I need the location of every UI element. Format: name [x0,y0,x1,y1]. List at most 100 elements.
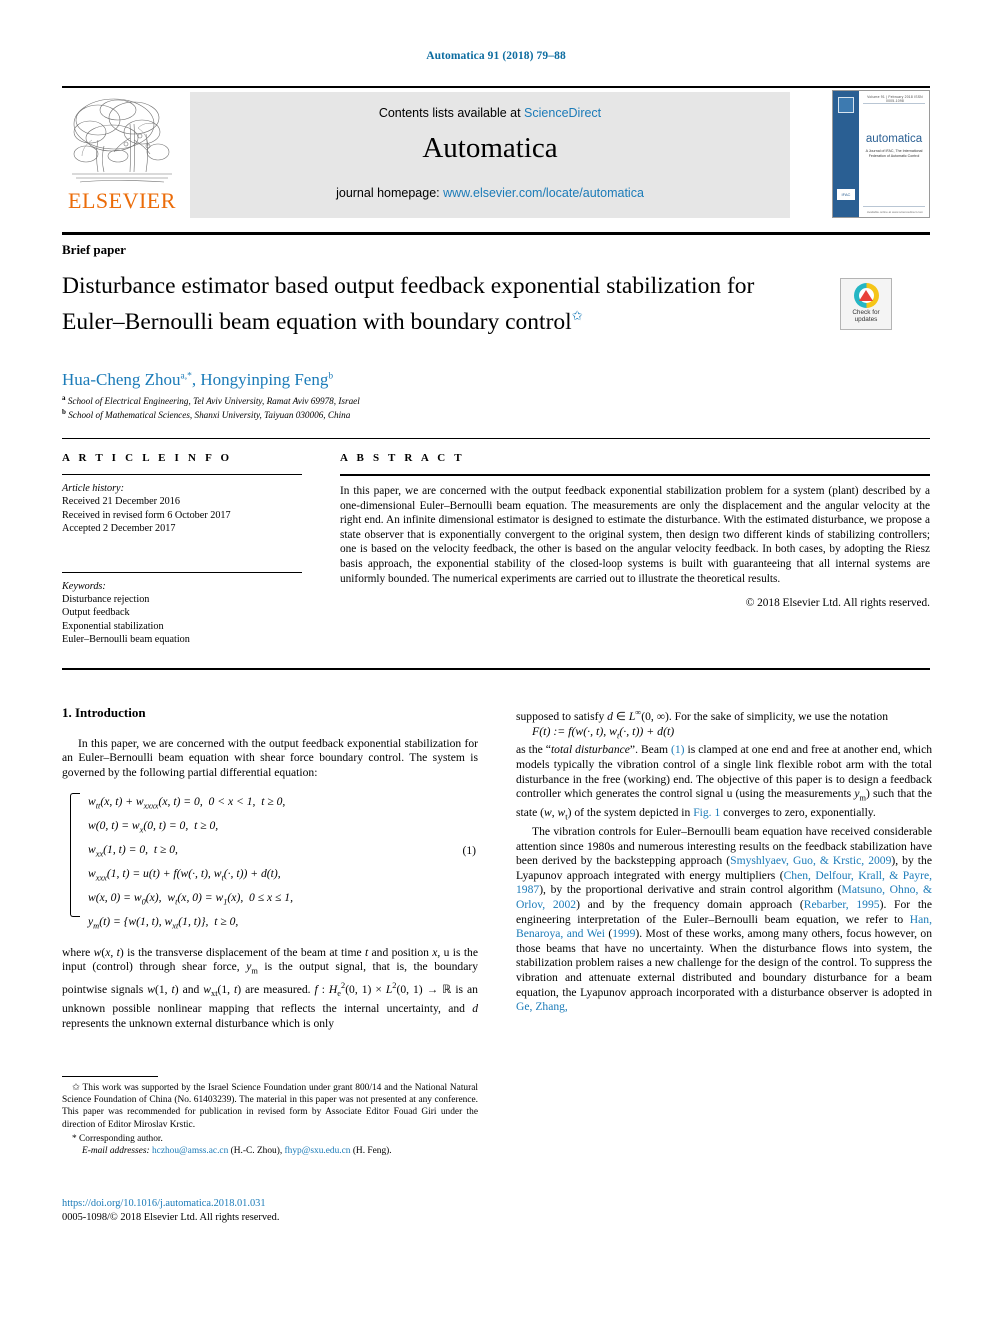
equation-line: wxxx(1, t) = u(t) + f(w(·, t), wt(·, t))… [88,867,281,883]
section-heading-introduction: 1. Introduction [62,705,146,720]
corresponding-text: Corresponding author. [79,1133,163,1144]
intro-paragraph-2: where w(x, t) is the transverse displace… [62,945,479,1030]
info-block-bottom-rule [62,668,930,670]
affiliation-b-marker: b [62,408,66,416]
equation-line: w(0, t) = wx(0, t) = 0, t ≥ 0, [88,819,219,835]
paper-page: Automatica 91 (2018) 79–88 ELSEVIER Cont… [0,0,992,1323]
cover-left-panel: IFAC [833,91,859,217]
cover-top-rule [863,103,925,104]
crossmark-ring-icon [853,283,879,308]
journal-masthead: ELSEVIER Contents lists available at Sci… [62,86,930,222]
author-2[interactable]: Hongyinping Feng [200,370,328,389]
intro-paragraph-1: In this paper, we are concerned with the… [62,736,478,779]
citation-rebarber[interactable]: Rebarber, 1995 [804,898,880,911]
running-head: Automatica 91 (2018) 79–88 [426,50,566,62]
body-column-left: 1. Introduction In this paper, we are co… [62,705,479,1031]
page-title: Disturbance estimator based output feedb… [62,272,762,337]
right-paragraph-1: supposed to satisfy d ∈ L∞(0, ∞). For th… [516,708,888,723]
affiliation-b-text: School of Mathematical Sciences, Shanxi … [68,410,351,421]
figure-ref-1[interactable]: Fig. 1 [693,806,720,819]
doi-link[interactable]: https://doi.org/10.1016/j.automatica.201… [62,1198,266,1209]
email-label: E-mail addresses: [82,1146,150,1157]
abstract-copyright: © 2018 Elsevier Ltd. All rights reserved… [745,597,930,610]
abstract-rule [340,474,930,476]
keyword-item: Output feedback [62,607,130,619]
cover-elsevier-icon [838,97,854,113]
equation-line: w(x, 0) = w0(x), wt(x, 0) = w1(x), 0 ≤ x… [88,891,293,907]
abstract-block: A B S T R A C T In this paper, we are co… [340,452,930,609]
keyword-item: Euler–Bernoulli beam equation [62,634,190,646]
homepage-link[interactable]: www.elsevier.com/locate/automatica [443,186,644,200]
equation-1: wtt(x, t) + wxxxx(x, t) = 0, 0 < x < 1, … [62,792,478,935]
footnote-corresponding: * Corresponding author. [62,1133,478,1145]
crossmark-line1: Check for [852,309,880,316]
history-item: Received 21 December 2016 [62,496,180,508]
elsevier-wordmark: ELSEVIER [68,188,176,213]
footnote-emails: E-mail addresses: hczhou@amss.ac.cn (H.-… [82,1146,392,1157]
author-list: Hua-Cheng Zhoua,*, Hongyinping Fengb [62,370,334,389]
author-1-sup: a,* [180,371,192,382]
article-history-label: Article history: [62,483,124,494]
sciencedirect-link[interactable]: ScienceDirect [524,106,601,120]
citation-han-year[interactable]: 1999 [612,927,635,940]
keywords-label: Keywords: [62,580,106,592]
equation-line: ym(t) = {w(1, t), wxt(1, t)}, t ≥ 0, [88,914,239,931]
contents-prefix: Contents lists available at [378,106,525,120]
article-info-block: A R T I C L E I N F O Article history: R… [62,452,302,647]
affiliation-b: b School of Mathematical Sciences, Shanx… [62,408,762,420]
equation-lines: wtt(x, t) + wxxxx(x, t) = 0, 0 < x < 1, … [88,792,478,935]
email-link-2[interactable]: fhyp@sxu.edu.cn [285,1146,351,1156]
email-link-1[interactable]: hczhou@amss.ac.cn [152,1146,228,1156]
footnote-funding-text: This work was supported by the Israel Sc… [62,1083,478,1130]
issn-copyright-line: 0005-1098/© 2018 Elsevier Ltd. All right… [62,1212,279,1223]
article-type-label: Brief paper [62,242,126,257]
cover-bottom-line: Available online at www.sciencedirect.co… [866,210,924,214]
equation-number: (1) [462,844,476,858]
elsevier-logo: ELSEVIER [62,92,182,218]
sciencedirect-banner: Contents lists available at ScienceDirec… [190,92,790,218]
cover-bottom-rule [863,206,925,207]
title-footnote-marker[interactable]: ✩ [572,308,583,323]
history-item: Accepted 2 December 2017 [62,523,176,535]
affiliation-a: a School of Electrical Engineering, Tel … [62,394,762,406]
eq-ref-1[interactable]: (1) [671,743,685,756]
affiliation-a-marker: a [62,394,66,402]
citation-han[interactable]: Han, Benaroya, and Wei [516,913,932,941]
email-2-owner: (H. Feng). [352,1146,392,1157]
article-info-heading: A R T I C L E I N F O [62,452,233,464]
affiliation-a-text: School of Electrical Engineering, Tel Av… [67,396,360,407]
journal-title: Automatica [422,132,558,164]
info-block-top-rule [62,438,930,439]
cover-title: automatica [865,133,923,145]
citation-smyshlyaev[interactable]: Smyshlyaev, Guo, & Krstic, 2009 [730,854,891,867]
masthead-bottom-rule [62,232,930,235]
crossmark-line2: updates [854,316,878,324]
right-paragraph-2: as the “total disturbance”. Beam (1) is … [516,743,933,822]
footnote-separator-rule [62,1076,158,1077]
issn-number: 0005-1098/ [62,1212,110,1223]
citation-ge[interactable]: Ge, Zhang, [516,1000,568,1013]
homepage-line: journal homepage: www.elsevier.com/locat… [190,186,790,200]
contents-line: Contents lists available at ScienceDirec… [190,106,790,120]
cover-volume-line: Volume 91 | February 2018 ISSN 0005-1098 [867,95,923,103]
article-history: Article history: Received 21 December 20… [62,482,302,536]
ifac-badge-icon: IFAC [836,188,856,201]
keyword-item: Exponential stabilization [62,620,164,632]
footnote-funding: ✩ This work was supported by the Israel … [62,1082,478,1131]
email-1-owner: (H.-C. Zhou) [230,1146,280,1157]
corresponding-marker: * [72,1133,77,1144]
article-info-rule [62,474,302,475]
page-title-text: Disturbance estimator based output feedb… [62,273,755,335]
keywords-rule [62,571,302,573]
crossmark-badge[interactable]: Check for updates [840,278,892,330]
display-equation-F: F(t) := f(w(·, t), wt(·, t)) + d(t) [532,724,675,741]
equation-line: wtt(x, t) + wxxxx(x, t) = 0, 0 < x < 1, … [88,795,286,811]
journal-cover-thumbnail[interactable]: IFAC Volume 91 | February 2018 ISSN 0005… [832,90,930,218]
footnote-block: ✩ This work was supported by the Israel … [62,1082,478,1157]
right-paragraph-3: The vibration controls for Euler–Bernoul… [516,825,933,1014]
author-1[interactable]: Hua-Cheng Zhou [62,370,181,389]
elsevier-tree-icon [68,94,176,188]
crossmark-label: Check for updates [841,309,891,324]
footnote-star-marker: ✩ [72,1083,80,1093]
equation-brace-icon [70,793,80,918]
